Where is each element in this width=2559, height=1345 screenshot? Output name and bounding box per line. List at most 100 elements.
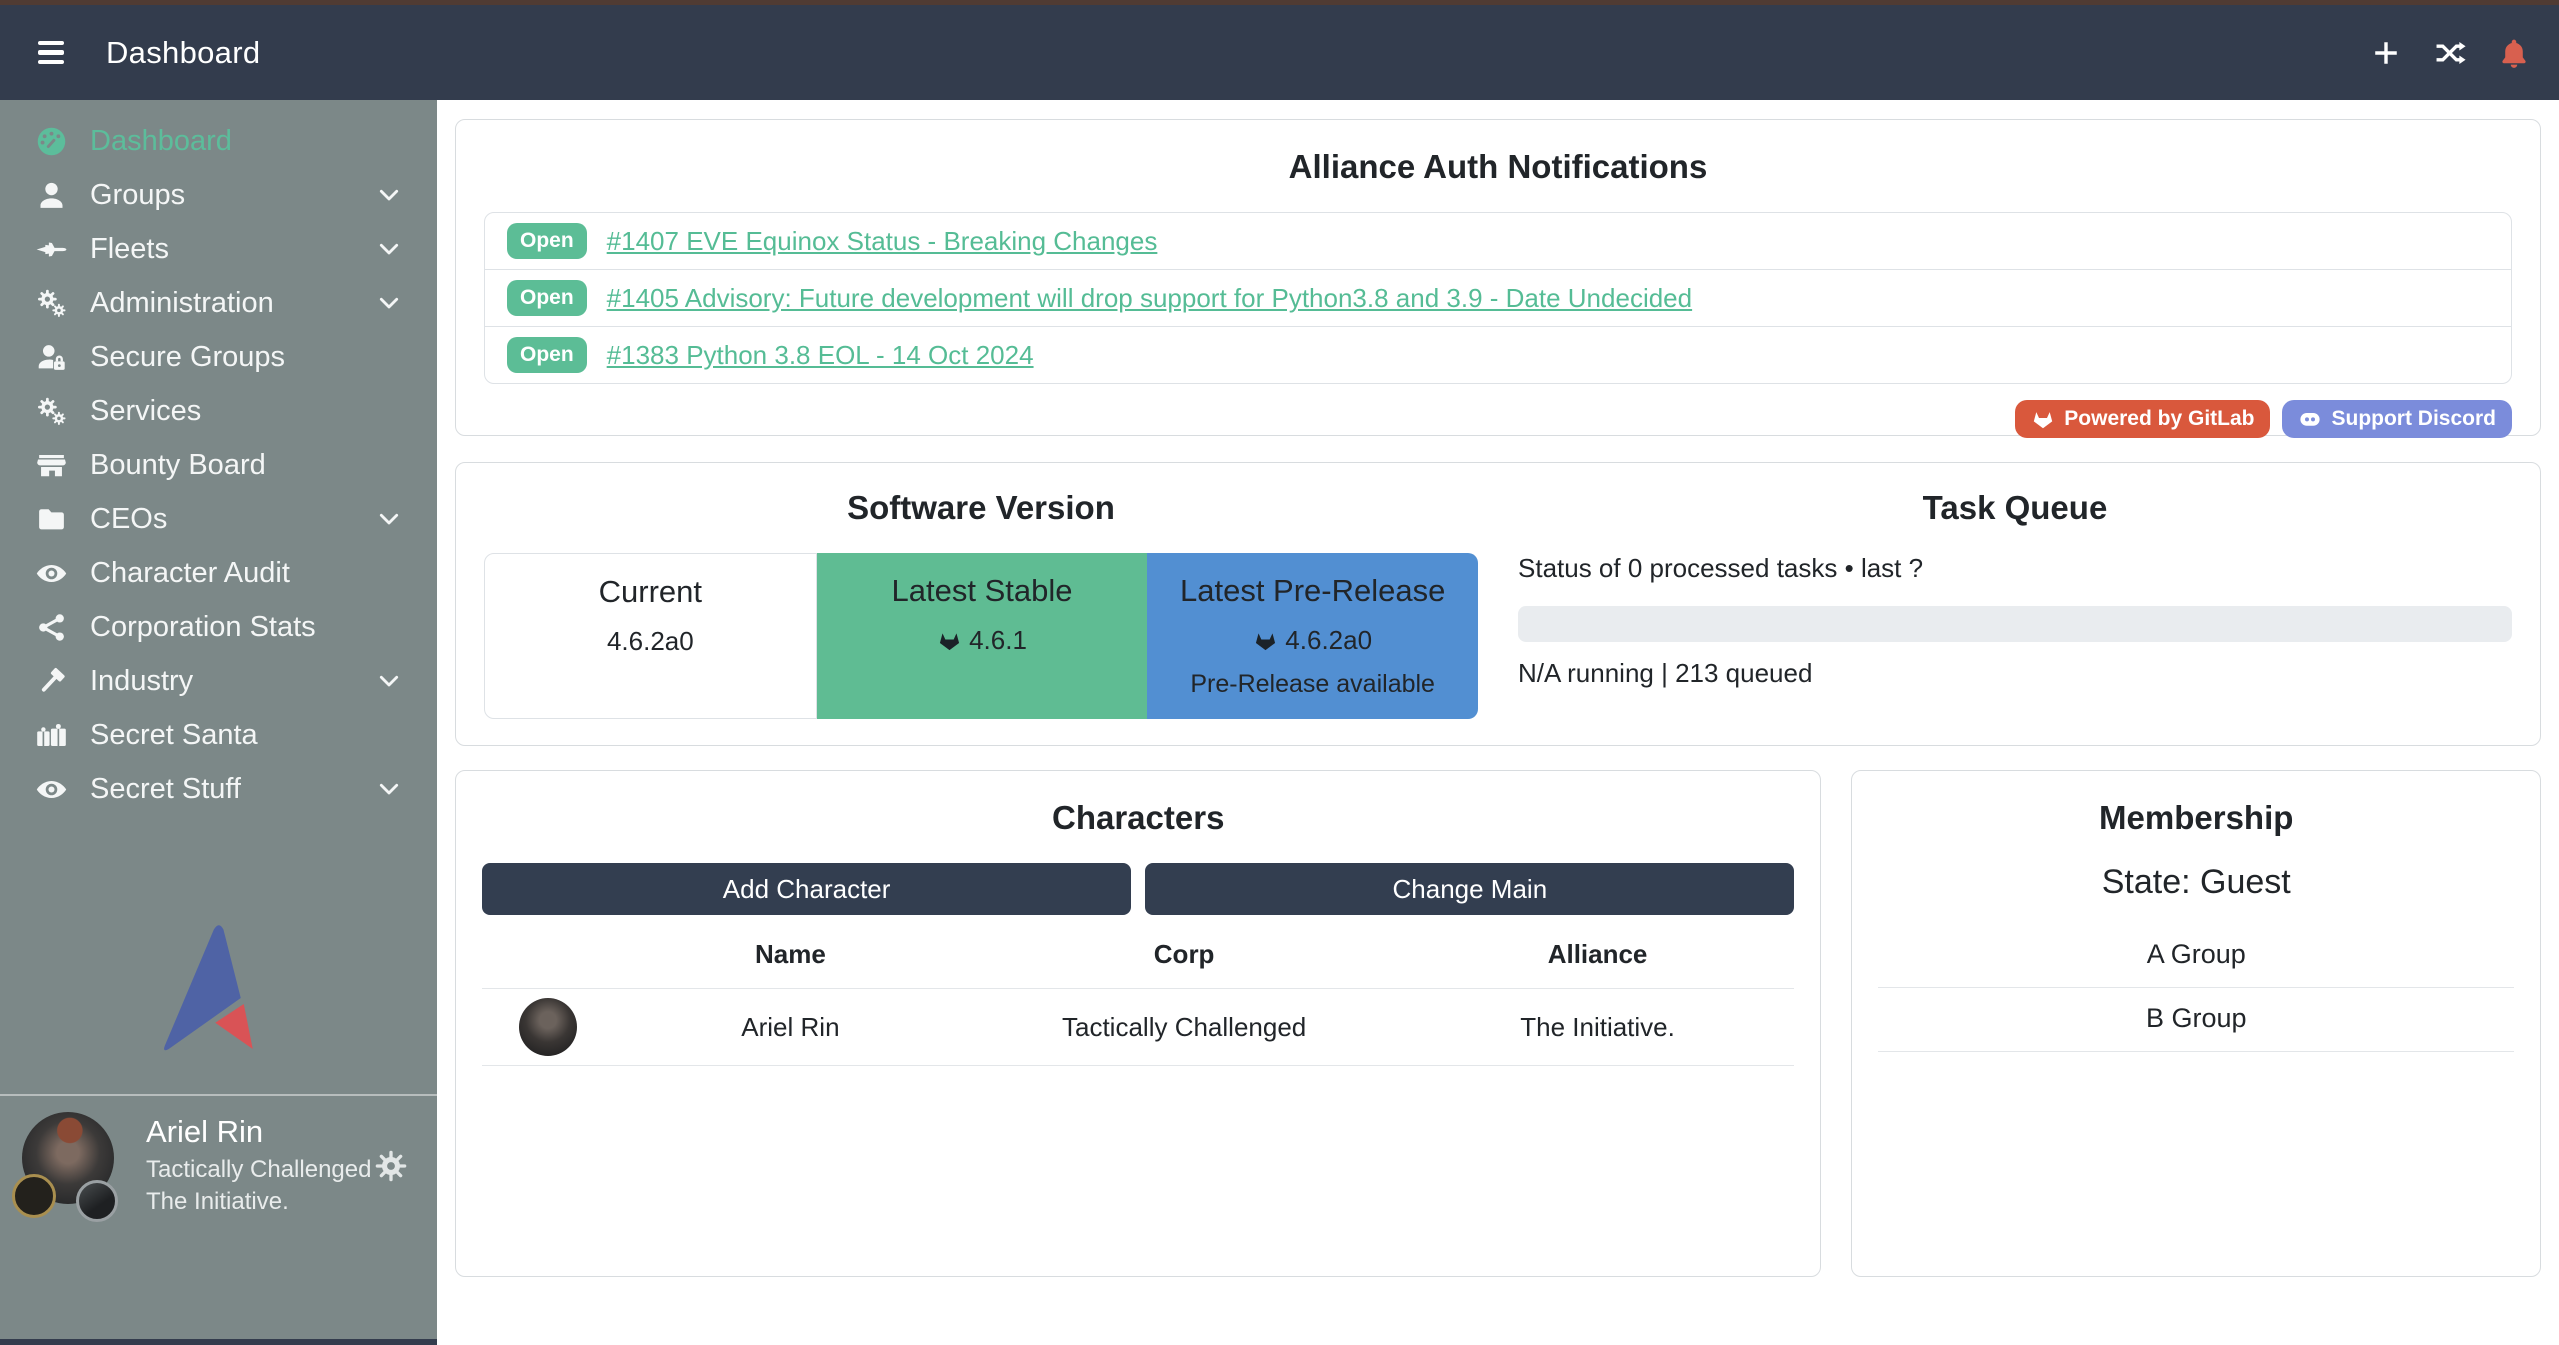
cell-name: Ariel Rin bbox=[613, 989, 967, 1066]
sidebar-item-secret-santa[interactable]: Secret Santa bbox=[0, 708, 437, 762]
corp-logo-badge bbox=[12, 1174, 56, 1218]
user-corp: Tactically Challenged bbox=[146, 1154, 371, 1186]
header-name: Name bbox=[613, 921, 967, 989]
characters-actions: Add Character Change Main bbox=[482, 863, 1794, 915]
alliance-logo-badge bbox=[76, 1180, 118, 1222]
eye-icon bbox=[28, 773, 74, 806]
add-icon[interactable] bbox=[2369, 36, 2403, 70]
cogs-icon bbox=[28, 395, 74, 428]
folder-icon bbox=[28, 503, 74, 536]
characters-table: Name Corp Alliance Ariel Rin Tactically … bbox=[482, 921, 1794, 1066]
notification-row: Open #1405 Advisory: Future development … bbox=[484, 269, 2512, 327]
gitlab-icon bbox=[937, 628, 962, 653]
chevron-down-icon bbox=[375, 181, 403, 209]
status-badge: Open bbox=[507, 280, 587, 316]
sidebar-item-bounty-board[interactable]: Bounty Board bbox=[0, 438, 437, 492]
notifications-panel: Alliance Auth Notifications Open #1407 E… bbox=[455, 119, 2541, 436]
shuffle-icon[interactable] bbox=[2431, 36, 2469, 70]
share-icon bbox=[28, 611, 74, 644]
sidebar-bottom-strip bbox=[0, 1339, 437, 1345]
settings-gear-icon[interactable] bbox=[373, 1148, 409, 1184]
sidebar-item-industry[interactable]: Industry bbox=[0, 654, 437, 708]
store-icon bbox=[28, 449, 74, 482]
version-current: Current 4.6.2a0 bbox=[484, 553, 817, 719]
characters-panel: Characters Add Character Change Main Nam… bbox=[455, 770, 1821, 1277]
cell-alliance: The Initiative. bbox=[1401, 989, 1795, 1066]
gauge-icon bbox=[28, 125, 74, 158]
bell-icon[interactable] bbox=[2497, 36, 2531, 70]
notification-row: Open #1407 EVE Equinox Status - Breaking… bbox=[484, 212, 2512, 270]
task-queue-section: Task Queue Status of 0 processed tasks •… bbox=[1518, 485, 2512, 723]
topbar: Dashboard bbox=[0, 0, 2559, 100]
sidebar: Dashboard Groups Fleets A bbox=[0, 100, 437, 1345]
chevron-down-icon bbox=[375, 235, 403, 263]
support-discord-badge[interactable]: Support Discord bbox=[2282, 400, 2512, 438]
task-status-line: Status of 0 processed tasks • last ? bbox=[1518, 553, 2512, 584]
gitlab-icon bbox=[2031, 407, 2055, 431]
notification-link[interactable]: #1407 EVE Equinox Status - Breaking Chan… bbox=[607, 226, 1158, 257]
sidebar-item-services[interactable]: Services bbox=[0, 384, 437, 438]
header-alliance: Alliance bbox=[1401, 921, 1795, 989]
menu-toggle-button[interactable] bbox=[30, 33, 72, 73]
membership-state: State: Guest bbox=[1878, 863, 2514, 902]
chevron-down-icon bbox=[375, 505, 403, 533]
user-info: Ariel Rin Tactically Challenged The Init… bbox=[146, 1114, 371, 1219]
main-content: Alliance Auth Notifications Open #1407 E… bbox=[437, 100, 2559, 1345]
software-version-title: Software Version bbox=[484, 489, 1478, 527]
gitlab-icon bbox=[1253, 628, 1278, 653]
alliance-auth-logo bbox=[144, 917, 294, 1060]
chevron-down-icon bbox=[375, 667, 403, 695]
status-badge: Open bbox=[507, 337, 587, 373]
notification-row: Open #1383 Python 3.8 EOL - 14 Oct 2024 bbox=[484, 326, 2512, 384]
hammer-icon bbox=[28, 665, 74, 698]
notifications-footer: Powered by GitLab Support Discord bbox=[484, 400, 2512, 438]
sidebar-item-secret-stuff[interactable]: Secret Stuff bbox=[0, 762, 437, 816]
cell-corp: Tactically Challenged bbox=[968, 989, 1401, 1066]
user-lock-icon bbox=[28, 341, 74, 374]
change-main-button[interactable]: Change Main bbox=[1145, 863, 1794, 915]
status-panel: Software Version Current 4.6.2a0 Latest … bbox=[455, 462, 2541, 746]
sidebar-item-secure-groups[interactable]: Secure Groups bbox=[0, 330, 437, 384]
user-alliance: The Initiative. bbox=[146, 1186, 371, 1218]
chevron-down-icon bbox=[375, 289, 403, 317]
gifts-icon bbox=[28, 719, 74, 752]
software-version-section: Software Version Current 4.6.2a0 Latest … bbox=[484, 485, 1478, 723]
bottom-row: Characters Add Character Change Main Nam… bbox=[455, 770, 2541, 1277]
add-character-button[interactable]: Add Character bbox=[482, 863, 1131, 915]
notifications-list: Open #1407 EVE Equinox Status - Breaking… bbox=[484, 212, 2512, 384]
table-row: Ariel Rin Tactically Challenged The Init… bbox=[482, 989, 1794, 1066]
user-avatar bbox=[22, 1112, 122, 1220]
notification-link[interactable]: #1383 Python 3.8 EOL - 14 Oct 2024 bbox=[607, 340, 1034, 371]
version-table: Current 4.6.2a0 Latest Stable 4.6.1 Late… bbox=[484, 553, 1478, 719]
task-queue-title: Task Queue bbox=[1518, 489, 2512, 527]
fighter-jet-icon bbox=[28, 233, 74, 266]
sidebar-item-ceos[interactable]: CEOs bbox=[0, 492, 437, 546]
version-stable: Latest Stable 4.6.1 bbox=[817, 553, 1148, 719]
sidebar-item-character-audit[interactable]: Character Audit bbox=[0, 546, 437, 600]
character-portrait bbox=[519, 998, 577, 1056]
task-progress-bar bbox=[1518, 606, 2512, 642]
header-corp: Corp bbox=[968, 921, 1401, 989]
sidebar-item-fleets[interactable]: Fleets bbox=[0, 222, 437, 276]
status-badge: Open bbox=[507, 223, 587, 259]
membership-title: Membership bbox=[1878, 799, 2514, 837]
eye-icon bbox=[28, 557, 74, 590]
sidebar-item-administration[interactable]: Administration bbox=[0, 276, 437, 330]
sidebar-item-corporation-stats[interactable]: Corporation Stats bbox=[0, 600, 437, 654]
sidebar-item-dashboard[interactable]: Dashboard bbox=[0, 114, 437, 168]
sidebar-user-panel: Ariel Rin Tactically Challenged The Init… bbox=[0, 1094, 437, 1238]
characters-title: Characters bbox=[482, 799, 1794, 837]
notifications-title: Alliance Auth Notifications bbox=[484, 148, 2512, 186]
cogs-icon bbox=[28, 287, 74, 320]
membership-group: A Group bbox=[1878, 924, 2514, 988]
topbar-actions bbox=[2369, 36, 2531, 70]
powered-by-gitlab-badge[interactable]: Powered by GitLab bbox=[2015, 400, 2270, 438]
sidebar-item-groups[interactable]: Groups bbox=[0, 168, 437, 222]
task-queue-line: N/A running | 213 queued bbox=[1518, 658, 2512, 689]
notification-link[interactable]: #1405 Advisory: Future development will … bbox=[607, 283, 1692, 314]
page-title: Dashboard bbox=[106, 35, 260, 71]
version-prerelease: Latest Pre-Release 4.6.2a0 Pre-Release a… bbox=[1147, 553, 1478, 719]
chevron-down-icon bbox=[375, 775, 403, 803]
membership-panel: Membership State: Guest A Group B Group bbox=[1851, 770, 2541, 1277]
user-name: Ariel Rin bbox=[146, 1114, 371, 1150]
